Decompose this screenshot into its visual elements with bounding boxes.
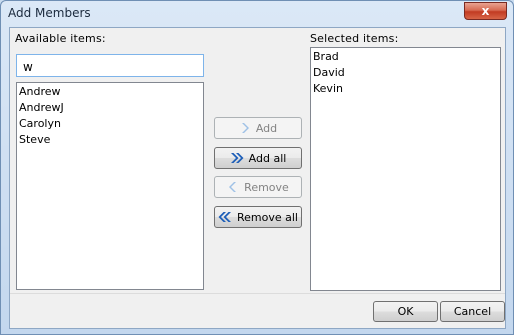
remove-button-label: Remove bbox=[244, 180, 289, 194]
list-item[interactable]: AndrewJ bbox=[19, 100, 201, 116]
ok-button[interactable]: OK bbox=[373, 301, 438, 322]
window-title: Add Members bbox=[8, 6, 91, 20]
filter-input[interactable] bbox=[16, 54, 204, 77]
close-button[interactable]: x bbox=[464, 2, 507, 20]
list-item[interactable]: Kevin bbox=[313, 81, 498, 97]
chevron-left-icon bbox=[227, 181, 239, 193]
add-button[interactable]: Add bbox=[214, 117, 302, 139]
add-all-button-label: Add all bbox=[248, 151, 287, 165]
available-items-label: Available items: bbox=[15, 32, 106, 45]
cancel-button[interactable]: Cancel bbox=[440, 301, 505, 322]
footer-divider bbox=[10, 293, 505, 294]
double-chevron-right-icon bbox=[230, 152, 244, 164]
chevron-right-icon bbox=[239, 122, 251, 134]
remove-all-button[interactable]: Remove all bbox=[214, 206, 302, 228]
add-button-label: Add bbox=[255, 121, 278, 135]
list-item[interactable]: David bbox=[313, 65, 498, 81]
double-chevron-left-icon bbox=[218, 211, 232, 223]
remove-all-button-label: Remove all bbox=[237, 210, 298, 224]
close-icon: x bbox=[481, 4, 490, 18]
selected-items-list[interactable]: Brad David Kevin bbox=[310, 47, 501, 291]
add-members-dialog: Add Members x Available items: Andrew An… bbox=[0, 0, 514, 335]
list-item[interactable]: Brad bbox=[313, 49, 498, 65]
available-items-list[interactable]: Andrew AndrewJ Carolyn Steve bbox=[16, 82, 204, 290]
list-item[interactable]: Carolyn bbox=[19, 116, 201, 132]
list-item[interactable]: Steve bbox=[19, 132, 201, 148]
list-item[interactable]: Andrew bbox=[19, 84, 201, 100]
add-all-button[interactable]: Add all bbox=[214, 147, 302, 169]
selected-items-label: Selected items: bbox=[310, 32, 399, 45]
remove-button[interactable]: Remove bbox=[214, 176, 302, 198]
dialog-content: Available items: Andrew AndrewJ Carolyn … bbox=[9, 27, 506, 329]
